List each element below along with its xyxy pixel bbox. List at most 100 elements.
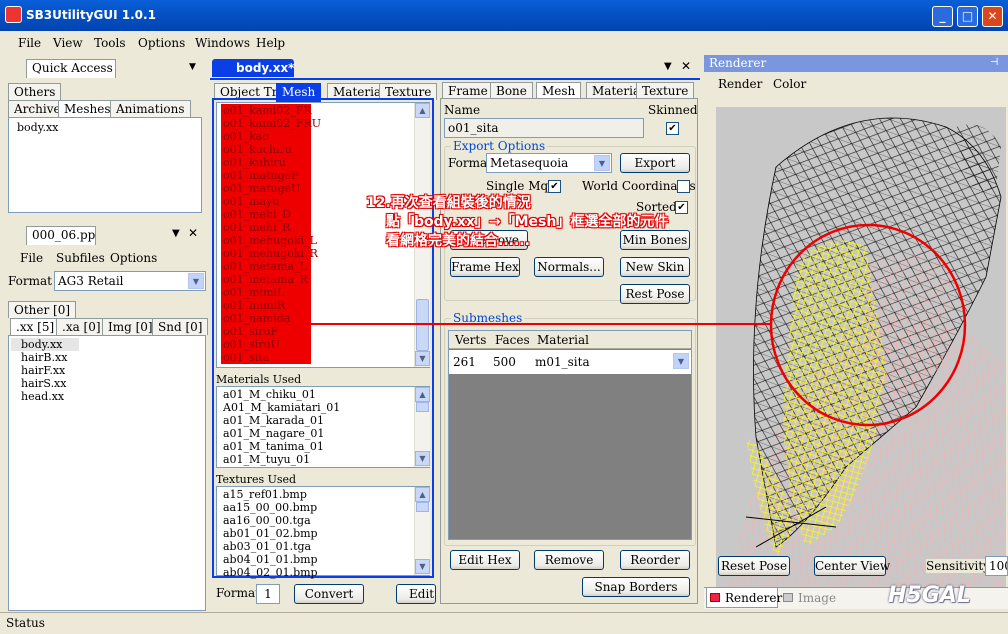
menu-color[interactable]: Color (773, 77, 806, 91)
tab-texture-props[interactable]: Texture (636, 82, 695, 99)
dropdown-icon[interactable]: ▼ (189, 62, 196, 72)
tab-others[interactable]: Others (8, 83, 62, 100)
edit-hex-button[interactable]: Edit Hex (450, 550, 520, 570)
normals-button[interactable]: Normals... (534, 257, 604, 277)
chevron-down-icon[interactable]: ▼ (673, 353, 689, 369)
menu-render[interactable]: Render (718, 77, 762, 91)
list-item[interactable]: hairF.xx (21, 364, 65, 377)
export-button[interactable]: Export (620, 153, 690, 173)
mesh-list-item[interactable]: o01_mimiL (221, 286, 311, 299)
mesh-list-item[interactable]: o01_kuchiru (221, 143, 311, 156)
tab-bone[interactable]: Bone (490, 82, 533, 99)
scroll-up-icon[interactable]: ▲ (415, 487, 430, 502)
mesh-list-item[interactable]: o01_matugeF (221, 169, 311, 182)
center-view-button[interactable]: Center View (814, 556, 890, 576)
close-icon[interactable]: ✕ (681, 59, 691, 73)
mesh-list-item[interactable]: o01_mayu (221, 195, 311, 208)
pin-icon[interactable]: ⊣ (990, 57, 999, 68)
material-list-item[interactable]: a01_M_tanima_01 (223, 440, 340, 453)
mesh-list-item[interactable]: o01_mehi_R (221, 221, 311, 234)
scroll-down-icon[interactable]: ▼ (415, 559, 430, 574)
editor-tab[interactable]: body.xx* (212, 59, 294, 77)
mesh-list-item[interactable]: o01_sita (221, 351, 311, 364)
reset-pose-button[interactable]: Reset Pose (718, 556, 790, 576)
scrollbar[interactable]: ▲ ▼ (414, 387, 430, 467)
texture-list-item[interactable]: ab04_02_01.bmp (223, 566, 318, 579)
format-select[interactable]: AG3 Retail ▼ (54, 271, 206, 291)
scroll-thumb[interactable] (416, 299, 429, 351)
render-viewport[interactable] (716, 107, 1006, 597)
scroll-up-icon[interactable]: ▲ (415, 387, 430, 402)
tab-other[interactable]: Other [0] (8, 301, 77, 318)
world-coordinates-checkbox[interactable] (677, 180, 690, 193)
tab-image[interactable]: Image (780, 588, 836, 608)
list-item[interactable]: body.xx (17, 121, 58, 134)
material-list-item[interactable]: a01_M_tuyu_01 (223, 453, 340, 466)
menu-windows[interactable]: Windows (195, 36, 250, 50)
edit-hex-button[interactable]: Edit H (396, 584, 436, 604)
mesh-list-item[interactable]: o01_mehugoki_R (221, 247, 318, 260)
tab-snd[interactable]: Snd [0] (152, 318, 209, 335)
tab-animations[interactable]: Animations (110, 100, 191, 117)
remove-submesh-button[interactable]: Remove (534, 550, 604, 570)
texture-list-item[interactable]: aa16_00_00.tga (223, 514, 318, 527)
list-item[interactable]: head.xx (21, 390, 64, 403)
table-row[interactable]: 261 500 m01_sita ▼ (449, 350, 691, 374)
menu-view[interactable]: View (53, 36, 83, 50)
mesh-list-item[interactable]: o01_namida (221, 312, 311, 325)
sorted-checkbox[interactable]: ✔ (675, 201, 688, 214)
scrollbar[interactable]: ▲ ▼ (414, 487, 430, 575)
menu-tools[interactable]: Tools (94, 36, 126, 50)
convert-button[interactable]: Convert (294, 584, 364, 604)
snap-borders-button[interactable]: Snap Borders (582, 577, 690, 597)
texture-list-item[interactable]: aa15_00_00.bmp (223, 501, 318, 514)
scroll-thumb[interactable] (416, 502, 429, 512)
pp-tab[interactable]: 000_06.pp (26, 226, 96, 245)
close-button[interactable]: ✕ (982, 6, 1003, 27)
material-list-item[interactable]: a01_M_karada_01 (223, 414, 340, 427)
mesh-list-item[interactable]: o01_kami02_FR (221, 104, 312, 117)
texture-list-item[interactable]: ab03_01_01.tga (223, 540, 318, 553)
mesh-list-item[interactable]: o01_mimiR (221, 299, 311, 312)
pp-menu-file[interactable]: File (20, 251, 43, 265)
tab-img[interactable]: Img [0] (102, 318, 159, 335)
mesh-list-item[interactable]: o01_matugeU (221, 182, 311, 195)
pp-menu-options[interactable]: Options (110, 251, 157, 265)
scroll-thumb[interactable] (416, 402, 429, 412)
material-list-item[interactable]: a01_M_chiku_01 (223, 388, 340, 401)
mesh-list-item[interactable]: o01_mehi_D (221, 208, 311, 221)
tab-frame[interactable]: Frame (442, 82, 494, 99)
single-mqo-checkbox[interactable]: ✔ (548, 180, 561, 193)
new-skin-button[interactable]: New Skin (620, 257, 690, 277)
material-list-item[interactable]: A01_M_kamiatari_01 (223, 401, 340, 414)
maximize-button[interactable]: □ (957, 6, 978, 27)
dropdown-icon[interactable]: ▼ (172, 228, 180, 239)
mesh-list-item[interactable]: o01_metama_L (221, 260, 311, 273)
reorder-button[interactable]: Reorder (620, 550, 690, 570)
texture-list-item[interactable]: ab04_01_01.bmp (223, 553, 318, 566)
texture-list-item[interactable]: a15_ref01.bmp (223, 488, 318, 501)
format-field[interactable]: 1 (256, 584, 280, 604)
quick-access-tab[interactable]: Quick Access (26, 59, 116, 78)
skinned-checkbox[interactable]: ✔ (666, 122, 679, 135)
list-item[interactable]: hairB.xx (21, 351, 67, 364)
mesh-list-item[interactable]: o01_kuhiru (221, 156, 311, 169)
mesh-list-item[interactable]: o01_kami02_FRU (221, 117, 321, 130)
tab-xa[interactable]: .xa [0] (56, 318, 107, 335)
frame-hex-button[interactable]: Frame Hex (450, 257, 520, 277)
material-list-item[interactable]: a01_M_nagare_01 (223, 427, 340, 440)
dropdown-icon[interactable]: ▼ (664, 61, 672, 72)
texture-list-item[interactable]: ab01_01_02.bmp (223, 527, 318, 540)
mesh-list-item[interactable]: o01_mehugoki_L (221, 234, 317, 247)
list-item[interactable]: hairS.xx (21, 377, 66, 390)
scroll-down-icon[interactable]: ▼ (415, 351, 430, 366)
min-bones-button[interactable]: Min Bones (620, 230, 690, 250)
rest-pose-button[interactable]: Rest Pose (620, 284, 690, 304)
menu-help[interactable]: Help (256, 36, 285, 50)
scroll-down-icon[interactable]: ▼ (415, 451, 430, 466)
minimize-button[interactable]: _ (932, 6, 953, 27)
menu-options[interactable]: Options (138, 36, 185, 50)
scroll-up-icon[interactable]: ▲ (415, 103, 430, 118)
close-icon[interactable]: ✕ (188, 226, 198, 240)
tab-renderer[interactable]: Renderer (706, 588, 782, 608)
